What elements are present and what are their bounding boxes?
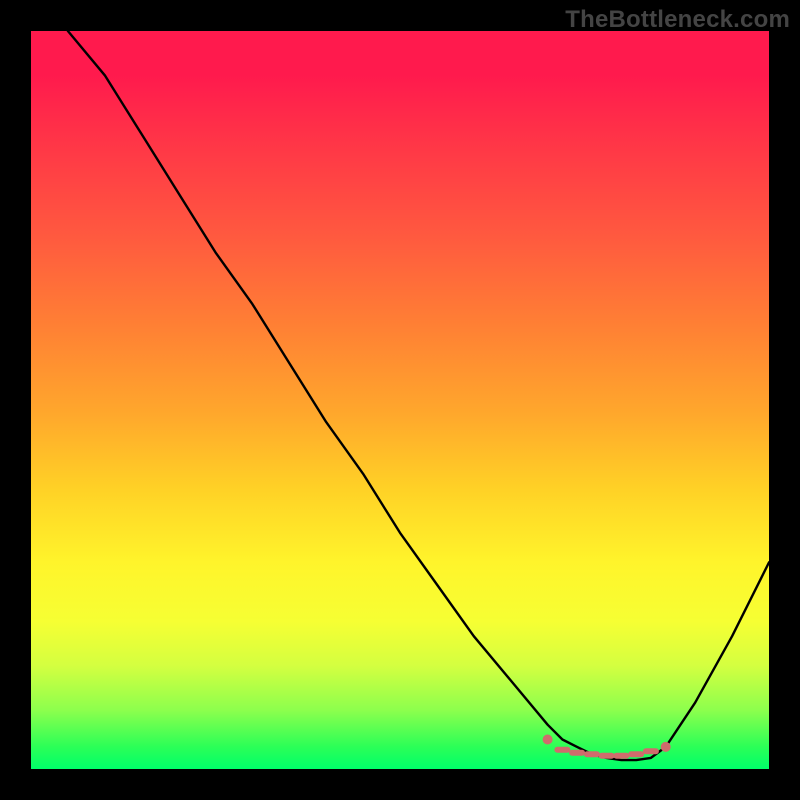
marker-dot (661, 742, 671, 752)
bottleneck-curve (68, 31, 769, 760)
marker-dot (543, 735, 553, 745)
watermark-text: TheBottleneck.com (565, 6, 790, 34)
plot-overlay (31, 31, 769, 769)
curve-layer (68, 31, 769, 760)
chart-frame: TheBottleneck.com (0, 0, 800, 800)
